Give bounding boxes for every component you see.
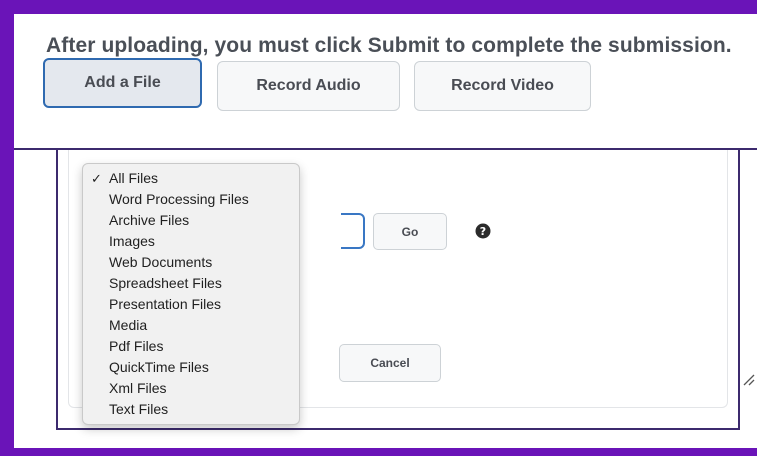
file-type-option[interactable]: Images: [83, 231, 299, 252]
file-type-option[interactable]: Word Processing Files: [83, 189, 299, 210]
frame-border-top: [0, 0, 757, 14]
file-type-option[interactable]: Spreadsheet Files: [83, 273, 299, 294]
file-type-option[interactable]: Pdf Files: [83, 336, 299, 357]
frame-border-left: [0, 0, 14, 456]
option-label: Word Processing Files: [109, 191, 249, 207]
resize-handle-icon[interactable]: [741, 372, 755, 386]
question-circle-icon[interactable]: ?: [475, 223, 491, 239]
file-type-option[interactable]: Xml Files: [83, 378, 299, 399]
add-file-dialog-area: Go ? Cancel ✓ All Files Word Processing F…: [14, 150, 757, 448]
option-label: Pdf Files: [109, 338, 164, 354]
checkmark-icon: ✓: [91, 171, 102, 186]
option-label: Archive Files: [109, 212, 190, 228]
option-label: QuickTime Files: [109, 359, 209, 375]
option-label: Web Documents: [109, 254, 213, 270]
go-button[interactable]: Go: [373, 213, 447, 250]
option-label: Images: [109, 233, 155, 249]
file-type-option[interactable]: Web Documents: [83, 252, 299, 273]
option-label: Text Files: [109, 401, 169, 417]
option-label: All Files: [109, 170, 159, 186]
record-video-button[interactable]: Record Video: [414, 61, 591, 111]
svg-text:?: ?: [480, 225, 486, 238]
option-label: Presentation Files: [109, 296, 222, 312]
record-audio-button[interactable]: Record Audio: [217, 61, 400, 111]
file-input[interactable]: [341, 213, 365, 249]
file-type-option[interactable]: ✓ All Files: [83, 168, 299, 189]
file-type-option[interactable]: Archive Files: [83, 210, 299, 231]
file-type-option[interactable]: Text Files: [83, 399, 299, 420]
cancel-button[interactable]: Cancel: [339, 344, 441, 382]
frame-border-bottom: [0, 448, 757, 456]
file-type-option[interactable]: QuickTime Files: [83, 357, 299, 378]
option-label: Xml Files: [109, 380, 167, 396]
submission-panel: After uploading, you must click Submit t…: [14, 14, 757, 150]
file-type-option[interactable]: Presentation Files: [83, 294, 299, 315]
file-type-option[interactable]: Media: [83, 315, 299, 336]
option-label: Media: [109, 317, 148, 333]
add-file-button[interactable]: Add a File: [43, 58, 202, 108]
file-type-dropdown[interactable]: ✓ All Files Word Processing Files Archive…: [82, 163, 300, 425]
submission-instruction: After uploading, you must click Submit t…: [46, 34, 732, 57]
option-label: Spreadsheet Files: [109, 275, 222, 291]
